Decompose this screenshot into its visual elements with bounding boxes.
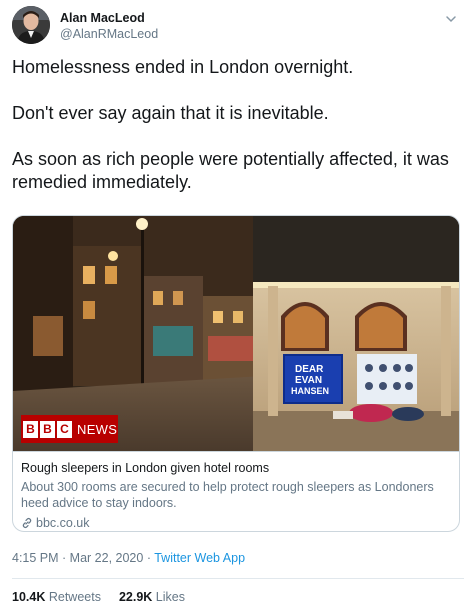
divider [12,578,464,579]
meta-separator: · [143,551,155,565]
tweet-text: Homelessness ended in London overnight. … [12,56,464,194]
likes-label: Likes [155,590,185,604]
theatre-sign-line3: HANSEN [291,386,329,396]
card-description: About 300 rooms are secured to help prot… [21,480,434,510]
meta-separator: · [58,551,70,565]
likes-stat[interactable]: 22.9K Likes [119,590,185,604]
tweet-stats: 10.4K Retweets 22.9K Likes [12,590,203,604]
card-image[interactable]: DEAR EVAN HANSEN B B C NEWS [13,216,459,451]
tweet-date[interactable]: Mar 22, 2020 [70,551,144,565]
avatar[interactable] [12,6,50,44]
bbc-logo-box: B [23,420,38,438]
tweet-paragraph: Don't ever say again that it is inevitab… [12,103,329,123]
bbc-logo-box: C [57,420,72,438]
theatre-sign-line2: EVAN [295,375,322,386]
bbc-news-logo: B B C NEWS [23,417,117,441]
card-domain-text: bbc.co.uk [36,516,90,530]
author-handle[interactable]: @AlanRMacLeod [60,26,158,42]
author-display-name[interactable]: Alan MacLeod [60,11,158,26]
link-icon [22,518,32,528]
card-title[interactable]: Rough sleepers in London given hotel roo… [21,460,453,476]
retweets-count: 10.4K [12,590,46,604]
tweet-header: Alan MacLeod @AlanRMacLeod [12,6,462,46]
link-card[interactable]: DEAR EVAN HANSEN B B C NEWS Rough sleepe… [12,215,460,532]
tweet-meta: 4:15 PM · Mar 22, 2020 · Twitter Web App [12,550,245,566]
card-body[interactable]: Rough sleepers in London given hotel roo… [13,451,459,531]
retweets-label: Retweets [48,590,101,604]
bbc-logo-box: B [40,420,55,438]
tweet: Alan MacLeod @AlanRMacLeod Homelessness … [0,0,474,614]
tweet-paragraph: As soon as rich people were potentially … [12,149,449,192]
tweet-source[interactable]: Twitter Web App [154,551,245,565]
bbc-logo-news: NEWS [77,421,118,437]
chevron-down-icon[interactable] [444,12,458,26]
likes-count: 22.9K [118,590,153,604]
retweets-stat[interactable]: 10.4K Retweets [12,590,101,604]
theatre-sign-line1: DEAR [295,364,324,375]
tweet-time[interactable]: 4:15 PM [12,551,59,565]
card-domain[interactable]: bbc.co.uk [21,515,453,531]
author-names: Alan MacLeod @AlanRMacLeod [60,11,158,42]
tweet-paragraph: Homelessness ended in London overnight. [12,57,354,77]
